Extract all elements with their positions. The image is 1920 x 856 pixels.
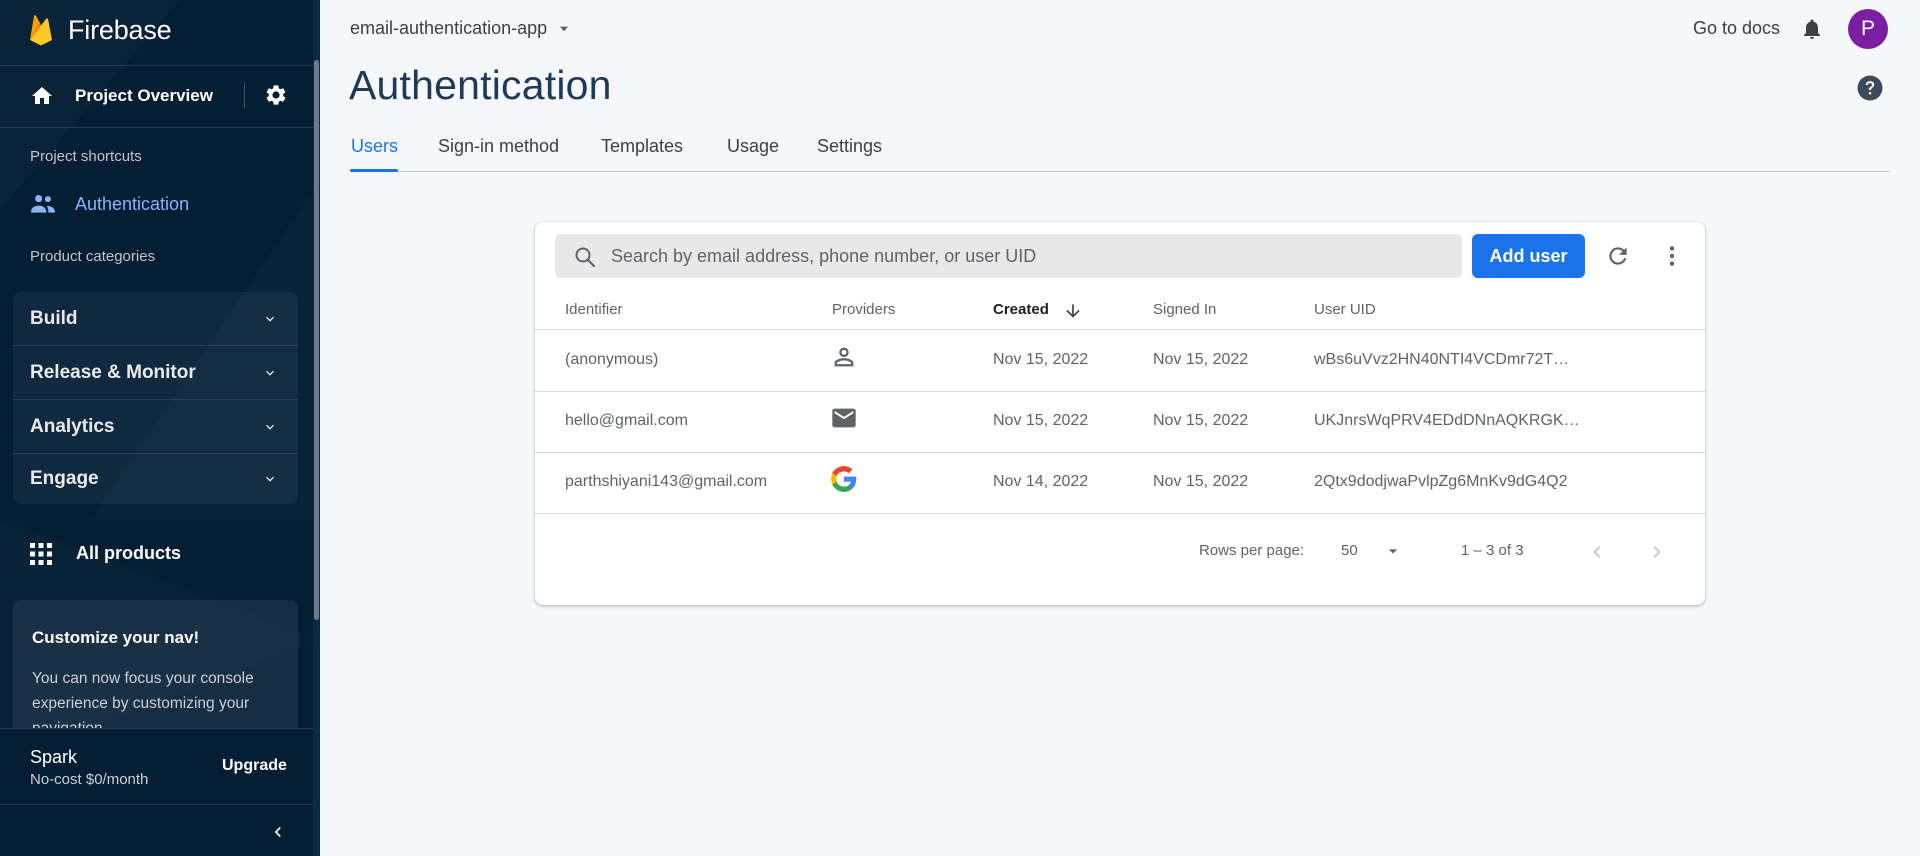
all-products-item[interactable]: All products bbox=[0, 535, 313, 571]
project-overview-row[interactable]: Project Overview bbox=[0, 66, 313, 126]
category-analytics[interactable]: Analytics bbox=[13, 400, 298, 454]
table-row[interactable]: hello@gmail.com Nov 15, 2022 Nov 15, 202… bbox=[535, 392, 1705, 453]
google-icon bbox=[831, 466, 857, 492]
category-label: Build bbox=[30, 308, 78, 329]
email-icon bbox=[832, 408, 856, 428]
chevron-down-icon bbox=[266, 370, 274, 376]
cell-user-uid[interactable]: 2Qtx9dodjwaPvlpZg6MnKv9dG4Q2 bbox=[1314, 473, 1604, 491]
people-icon bbox=[31, 195, 55, 213]
tab-usage[interactable]: Usage bbox=[727, 136, 779, 157]
arrow-down-icon[interactable] bbox=[1063, 301, 1083, 321]
categories-heading: Product categories bbox=[30, 248, 156, 265]
column-signed-in[interactable]: Signed In bbox=[1153, 301, 1216, 318]
project-overview-label: Project Overview bbox=[75, 86, 213, 105]
tab-users[interactable]: Users bbox=[351, 136, 398, 157]
cell-identifier: hello@gmail.com bbox=[565, 412, 688, 429]
go-to-docs-link[interactable]: Go to docs bbox=[1693, 18, 1780, 39]
page-range: 1 – 3 of 3 bbox=[1461, 542, 1524, 559]
anonymous-icon bbox=[834, 347, 854, 367]
table-row[interactable]: (anonymous) Nov 15, 2022 Nov 15, 2022 wB… bbox=[535, 331, 1705, 392]
customize-nav-promo: Customize your nav! You can now focus yo… bbox=[13, 600, 298, 730]
category-label: Release & Monitor bbox=[30, 362, 196, 383]
active-tab-indicator bbox=[350, 169, 398, 172]
tab-settings[interactable]: Settings bbox=[817, 136, 882, 157]
pagination: Rows per page: 50 1 – 3 of 3 bbox=[535, 532, 1705, 572]
sidebar: Firebase Project Overview Project shortc… bbox=[0, 0, 320, 856]
column-identifier[interactable]: Identifier bbox=[565, 301, 623, 318]
rows-per-page-label: Rows per page: bbox=[1199, 542, 1305, 559]
category-build[interactable]: Build bbox=[13, 292, 298, 346]
bell-icon[interactable] bbox=[1800, 17, 1824, 41]
search-icon bbox=[575, 247, 596, 268]
cell-identifier: parthshiyani143@gmail.com bbox=[565, 473, 768, 490]
search-bar[interactable] bbox=[555, 234, 1462, 278]
sidebar-divider bbox=[0, 127, 313, 128]
cell-signed-in: Nov 15, 2022 bbox=[1153, 473, 1249, 490]
cell-user-uid[interactable]: wBs6uVvz2HN40NTI4VCDmr72T… bbox=[1314, 351, 1584, 369]
chevron-down-icon bbox=[266, 316, 274, 322]
column-created[interactable]: Created bbox=[993, 301, 1049, 318]
chevron-right-icon[interactable] bbox=[1645, 540, 1669, 564]
category-release-monitor[interactable]: Release & Monitor bbox=[13, 346, 298, 400]
table-row[interactable]: parthshiyani143@gmail.com Nov 14, 2022 N… bbox=[535, 453, 1705, 514]
vertical-separator bbox=[244, 82, 245, 108]
users-card: Add user Identifier Providers Created Si… bbox=[535, 222, 1705, 605]
more-vert-icon[interactable] bbox=[1659, 243, 1685, 269]
sidebar-scrollbar[interactable] bbox=[313, 0, 320, 856]
product-categories: Build Release & Monitor Analytics Engage bbox=[13, 292, 298, 504]
column-user-uid: User UID bbox=[1314, 301, 1376, 318]
chevron-down-icon bbox=[266, 476, 274, 482]
search-input[interactable] bbox=[611, 234, 1451, 278]
shortcuts-heading: Project shortcuts bbox=[30, 148, 142, 165]
help-icon[interactable] bbox=[1855, 73, 1885, 103]
rows-per-page-select[interactable]: 50 bbox=[1341, 542, 1358, 559]
cell-created: Nov 15, 2022 bbox=[993, 351, 1089, 368]
promo-title: Customize your nav! bbox=[32, 628, 200, 647]
auth-tabs: Users Sign-in method Templates Usage Set… bbox=[350, 134, 1890, 172]
category-engage[interactable]: Engage bbox=[13, 452, 298, 506]
cell-created: Nov 14, 2022 bbox=[993, 473, 1089, 490]
avatar[interactable]: P bbox=[1848, 9, 1888, 49]
collapse-sidebar-row[interactable] bbox=[0, 804, 313, 856]
cell-user-uid[interactable]: UKJnrsWqPRV4EDdDNnAQKRGKd… bbox=[1314, 412, 1584, 430]
column-providers: Providers bbox=[832, 301, 896, 318]
firebase-flame-icon bbox=[30, 15, 52, 46]
plan-name: Spark bbox=[30, 747, 78, 767]
caret-down-icon bbox=[560, 26, 569, 31]
cell-signed-in: Nov 15, 2022 bbox=[1153, 351, 1249, 368]
sidebar-item-label: Authentication bbox=[75, 194, 190, 214]
scrollbar-thumb[interactable] bbox=[314, 60, 319, 620]
tab-templates[interactable]: Templates bbox=[601, 136, 683, 157]
project-selector[interactable]: email-authentication-app bbox=[350, 18, 571, 39]
plan-price: No-cost $0/month bbox=[30, 771, 149, 788]
table-header: Identifier Providers Created Signed In U… bbox=[535, 292, 1705, 330]
category-label: Analytics bbox=[30, 416, 115, 437]
refresh-icon[interactable] bbox=[1605, 243, 1631, 269]
firebase-logo[interactable]: Firebase bbox=[28, 10, 172, 50]
billing-plan: Spark No-cost $0/month Upgrade bbox=[0, 728, 313, 804]
caret-down-icon[interactable] bbox=[1383, 541, 1403, 561]
cell-created: Nov 15, 2022 bbox=[993, 412, 1089, 429]
project-name: email-authentication-app bbox=[350, 18, 548, 38]
category-label: Engage bbox=[30, 468, 99, 489]
cell-identifier: (anonymous) bbox=[565, 351, 659, 368]
upgrade-button[interactable]: Upgrade bbox=[222, 757, 287, 775]
apps-grid-icon bbox=[30, 543, 52, 565]
tab-sign-in-method[interactable]: Sign-in method bbox=[438, 136, 559, 157]
page-title: Authentication bbox=[349, 62, 612, 108]
avatar-letter: P bbox=[1860, 17, 1875, 40]
brand-name: Firebase bbox=[68, 14, 172, 45]
cell-signed-in: Nov 15, 2022 bbox=[1153, 412, 1249, 429]
gear-icon[interactable] bbox=[264, 83, 288, 107]
chevron-left-icon[interactable] bbox=[1585, 540, 1609, 564]
promo-body: You can now focus your console experienc… bbox=[32, 670, 254, 730]
all-products-label: All products bbox=[76, 543, 182, 563]
chevron-down-icon bbox=[266, 424, 274, 430]
home-icon bbox=[32, 87, 52, 104]
sidebar-item-authentication[interactable]: Authentication bbox=[0, 186, 313, 222]
chevron-left-icon[interactable] bbox=[268, 822, 288, 842]
add-user-button[interactable]: Add user bbox=[1472, 234, 1585, 278]
